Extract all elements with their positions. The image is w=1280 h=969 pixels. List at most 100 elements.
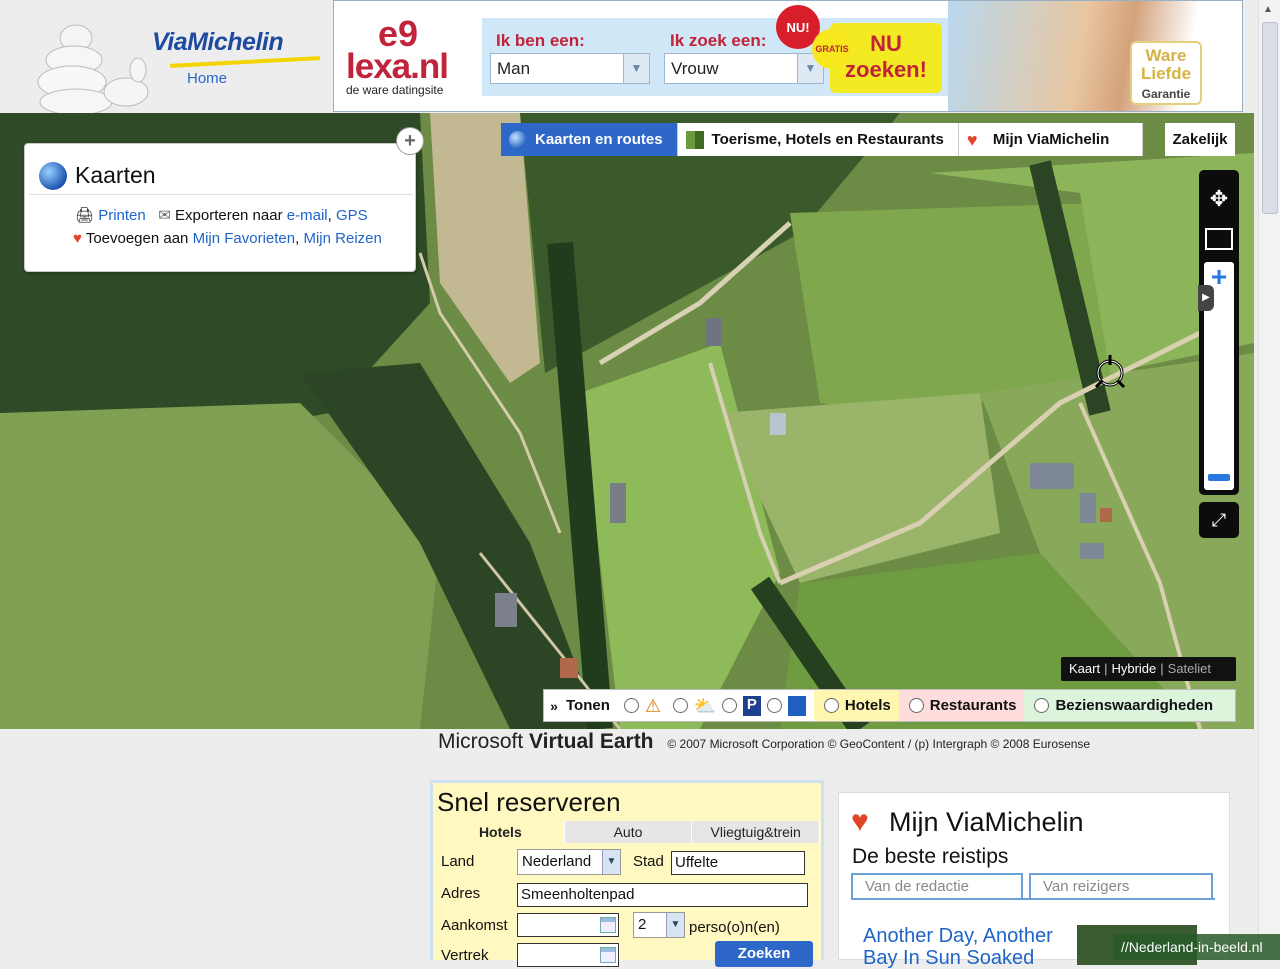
tab-my-viamichelin[interactable]: ♥ Mijn ViaMichelin <box>958 123 1143 156</box>
city-input[interactable]: Uffelte <box>671 851 805 875</box>
add-favorites-link[interactable]: Mijn Favorieten <box>193 230 296 247</box>
viamichelin-logo[interactable]: ViaMichelin Home <box>20 18 330 116</box>
michelin-man-icon <box>37 24 149 116</box>
booking-tab-flight-train[interactable]: Vliegtuig&trein <box>692 821 821 843</box>
ad-tagline: de ware datingsite <box>346 83 444 97</box>
poi-radio-parking[interactable] <box>721 698 737 713</box>
address-input[interactable]: Smeenholtenpad <box>517 883 808 907</box>
booking-title: Snel reserveren <box>437 787 621 817</box>
export-gps-link[interactable]: GPS <box>336 207 368 224</box>
ad-select-seek[interactable]: Vrouw ▼ <box>664 53 824 84</box>
tab-from-editors[interactable]: Van de redactie <box>851 873 1023 899</box>
envelope-icon: ✉ <box>158 207 171 224</box>
tab-from-travelers[interactable]: Van reizigers <box>1029 873 1213 899</box>
poi-restaurants[interactable]: Restaurants <box>898 690 1025 721</box>
tab-maps-routes[interactable]: Kaarten en routes <box>501 123 678 156</box>
tab-maps-routes-label: Kaarten en routes <box>535 131 663 148</box>
departure-label: Vertrek <box>441 947 489 964</box>
tab-underline <box>851 898 1215 900</box>
fullscreen-icon[interactable]: ⤢ <box>1199 502 1239 538</box>
calendar-icon[interactable] <box>600 947 616 963</box>
double-chevron-icon[interactable]: » <box>544 698 564 714</box>
tab-tourism-hotels[interactable]: Toerisme, Hotels en Restaurants <box>677 123 959 156</box>
poi-sights-label: Bezienswaardigheden <box>1055 697 1213 714</box>
scroll-up-icon[interactable]: ▲ <box>1263 4 1273 15</box>
dating-ad-banner[interactable]: e9 lexa.nl de ware datingsite Ik ben een… <box>333 0 1243 112</box>
maps-add-row: ♥ Toevoegen aan Mijn Favorieten, Mijn Re… <box>73 230 382 247</box>
departure-date-input[interactable] <box>517 943 619 967</box>
country-select[interactable]: Nederland ▼ <box>517 849 621 875</box>
printer-icon: 🖨 <box>75 207 95 224</box>
poi-radio-weather[interactable] <box>672 698 688 713</box>
poi-hotels[interactable]: Hotels <box>813 690 899 721</box>
view-satellite-link[interactable]: Sateliet <box>1168 661 1211 676</box>
panel-collapse-icon[interactable]: + <box>396 127 424 155</box>
fuel-icon <box>787 695 806 716</box>
my-viamichelin-subtitle: De beste reistips <box>852 845 1009 868</box>
export-email-link[interactable]: e-mail <box>287 207 328 224</box>
poi-radio-restaurants[interactable] <box>908 698 924 713</box>
watermark: //Nederland-in-beeld.nl <box>1113 934 1280 960</box>
arrival-date-input[interactable] <box>517 913 619 937</box>
chevron-right-icon[interactable]: ▶ <box>1198 285 1214 311</box>
zoom-control: ✥ + <box>1199 170 1239 495</box>
location-marker-icon[interactable] <box>1092 353 1128 391</box>
ad-cta-line2: zoeken! <box>845 57 927 82</box>
divider <box>29 194 413 195</box>
tab-business[interactable]: Zakelijk <box>1165 123 1235 156</box>
booking-tab-car[interactable]: Auto <box>564 821 693 843</box>
search-button[interactable]: Zoeken <box>715 941 813 967</box>
view-map-link[interactable]: Kaart <box>1069 661 1100 676</box>
main-nav-tabs: Kaarten en routes Toerisme, Hotels en Re… <box>501 123 1143 156</box>
persons-select[interactable]: 2 ▼ <box>633 912 685 938</box>
scrollbar-thumb[interactable] <box>1262 22 1278 214</box>
poi-hotels-label: Hotels <box>844 697 891 714</box>
ad-guarantee-badge: Ware Liefde Garantie <box>1130 41 1202 105</box>
satellite-map[interactable]: Kaarten en routes Toerisme, Hotels en Re… <box>0 113 1254 729</box>
add-label: Toevoegen aan <box>85 230 189 247</box>
chevron-down-icon: ▼ <box>623 54 649 83</box>
ad-cta-line1: NU <box>870 31 902 56</box>
print-link[interactable]: Printen <box>98 207 146 224</box>
calendar-icon[interactable] <box>600 917 616 933</box>
zoom-slider-handle[interactable] <box>1208 474 1230 481</box>
booking-tabs: Hotels Auto Vliegtuig&trein <box>437 821 821 843</box>
poi-sights[interactable]: Bezienswaardigheden <box>1024 690 1235 721</box>
poi-radio-fuel[interactable] <box>766 698 782 713</box>
pan-arrows-icon[interactable]: ✥ <box>1199 174 1239 224</box>
heart-icon: ♥ <box>851 805 869 838</box>
poi-radio-traffic[interactable] <box>623 698 639 713</box>
page-scrollbar[interactable]: ▲ <box>1258 0 1280 960</box>
poi-radio-hotels[interactable] <box>823 698 839 713</box>
home-link[interactable]: Home <box>187 70 227 87</box>
ad-badge-free: GRATIS <box>812 29 852 69</box>
globe-icon <box>509 130 527 149</box>
tab-my-viamichelin-label: Mijn ViaMichelin <box>992 131 1110 148</box>
booking-tab-hotels[interactable]: Hotels <box>437 821 565 843</box>
export-label: Exporteren naar <box>175 207 283 224</box>
maps-actions-row: 🖨 Printen ✉ Exporteren naar e-mail, GPS <box>75 207 368 224</box>
my-viamichelin-title: Mijn ViaMichelin <box>889 807 1084 837</box>
credit-brand-virtual-earth: Virtual Earth <box>529 730 654 753</box>
heart-icon: ♥ <box>966 129 978 150</box>
ad-logo-name: lexa.nl <box>346 47 449 86</box>
add-trips-link[interactable]: Mijn Reizen <box>303 230 381 247</box>
ad-select-i-am[interactable]: Man ▼ <box>490 53 650 84</box>
poi-restaurants-label: Restaurants <box>929 697 1017 714</box>
map-credit: Microsoft Virtual Earth © 2007 Microsoft… <box>438 730 1090 754</box>
address-label: Adres <box>441 885 481 902</box>
country-value: Nederland <box>522 853 592 870</box>
poi-radio-sights[interactable] <box>1034 698 1050 713</box>
ad-label-i-am: Ik ben een: <box>496 31 585 50</box>
city-label: Stad <box>633 853 664 870</box>
brand-underline <box>169 56 321 68</box>
ad-select-i-am-value: Man <box>497 59 531 78</box>
overview-map-icon[interactable] <box>1205 228 1233 250</box>
ad-label-seek: Ik zoek een: <box>670 31 767 50</box>
arrival-label: Aankomst <box>441 917 508 934</box>
view-hybrid-link[interactable]: Hybride <box>1111 661 1156 676</box>
warning-sign-icon: ⚠ <box>644 695 662 716</box>
parking-icon: P <box>742 695 761 716</box>
poi-toolbar: » Tonen ⚠ ⛅ P Hotels Restaurants Beziens… <box>543 689 1236 722</box>
article-link[interactable]: Another Day, Another Bay In Sun Soaked <box>863 925 1063 969</box>
